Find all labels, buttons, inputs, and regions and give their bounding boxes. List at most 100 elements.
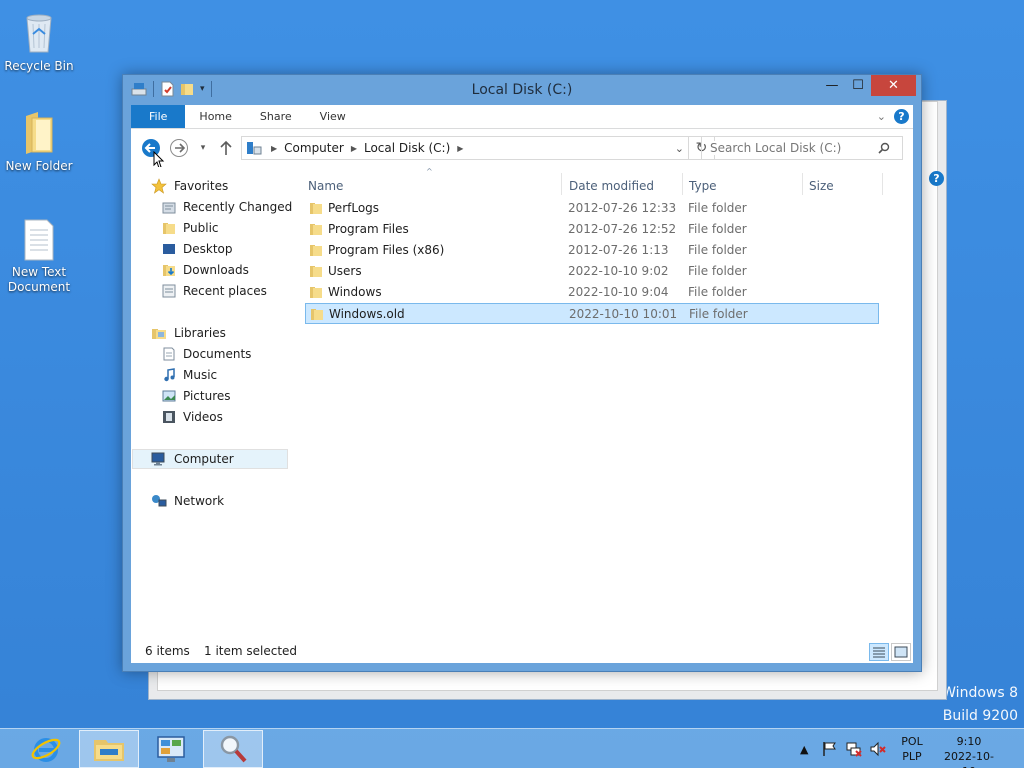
column-header-type[interactable]: Type: [689, 179, 717, 193]
file-type: File folder: [689, 307, 748, 321]
nav-videos[interactable]: Videos: [162, 407, 223, 427]
content-area: Favorites Recently Changed Public Deskto…: [131, 167, 913, 640]
folder-icon: [163, 223, 175, 234]
action-center-flag-icon[interactable]: [822, 741, 838, 757]
desktop-icon: [163, 244, 175, 254]
column-header-name[interactable]: Name: [308, 179, 343, 193]
file-date-modified: 2022-10-10 9:02: [568, 264, 669, 278]
nav-network[interactable]: Network: [151, 491, 224, 511]
folder-icon: [26, 112, 53, 154]
file-row[interactable]: PerfLogs 2012-07-26 12:33 File folder: [305, 198, 879, 219]
navigation-pane: Favorites Recently Changed Public Deskto…: [131, 167, 295, 640]
magnifier-tool-icon: [220, 735, 247, 763]
volume-muted-icon[interactable]: [870, 741, 886, 757]
star-icon: [151, 178, 167, 194]
item-count: 6 items: [145, 644, 190, 658]
input-language-indicator[interactable]: POL PLP: [899, 734, 925, 764]
selection-count: 1 item selected: [204, 644, 298, 658]
windows-build-watermark: Build 9200: [942, 708, 1018, 724]
help-button[interactable]: ?: [894, 109, 909, 124]
folder-icon: [310, 287, 322, 298]
taskbar-control-panel[interactable]: [141, 730, 201, 768]
large-icons-view-button[interactable]: [891, 643, 911, 661]
breadcrumb-separator-icon: ▶: [457, 143, 464, 153]
details-view-button[interactable]: [869, 643, 889, 661]
file-date-modified: 2022-10-10 10:01: [569, 307, 678, 321]
nav-public[interactable]: Public: [162, 218, 219, 238]
breadcrumb-computer[interactable]: Computer: [280, 141, 348, 155]
file-row[interactable]: Windows 2022-10-10 9:04 File folder: [305, 282, 879, 303]
nav-desktop[interactable]: Desktop: [162, 239, 233, 259]
title-bar[interactable]: ▾ Local Disk (C:) — ☐ ✕: [123, 75, 921, 105]
recent-places-icon: [162, 284, 176, 298]
nav-music[interactable]: Music: [162, 365, 217, 385]
file-name: Program Files: [328, 222, 409, 236]
file-type: File folder: [688, 243, 747, 257]
control-panel-icon: [157, 736, 185, 762]
large-icons-view-icon: [894, 646, 908, 658]
breadcrumb-local-disk[interactable]: Local Disk (C:): [360, 141, 454, 155]
recent-locations-chevron-icon[interactable]: ▾: [193, 138, 213, 158]
close-button[interactable]: ✕: [871, 75, 916, 96]
expand-ribbon-chevron-icon[interactable]: ⌄: [877, 110, 886, 123]
network-disconnected-icon[interactable]: [846, 741, 862, 757]
file-row[interactable]: Program Files 2012-07-26 12:52 File folder: [305, 219, 879, 240]
forward-button[interactable]: [169, 138, 189, 158]
tab-share[interactable]: Share: [246, 105, 306, 128]
desktop-icon-new-folder[interactable]: New Folder: [1, 110, 77, 174]
file-type: File folder: [688, 285, 747, 299]
file-type: File folder: [688, 264, 747, 278]
file-type: File folder: [688, 201, 747, 215]
help-icon: ?: [929, 171, 944, 186]
folder-icon: [310, 266, 322, 277]
tray-overflow-chevron-icon[interactable]: ▲: [800, 729, 808, 768]
desktop-icon-label: Recycle Bin: [4, 59, 74, 73]
nav-computer[interactable]: Computer: [132, 449, 288, 469]
file-row[interactable]: Users 2022-10-10 9:02 File folder: [305, 261, 879, 282]
desktop-icon-recycle-bin[interactable]: Recycle Bin: [1, 8, 77, 74]
nav-libraries[interactable]: Libraries: [151, 323, 226, 343]
nav-recent-places[interactable]: Recent places: [162, 281, 267, 301]
nav-favorites[interactable]: Favorites: [151, 176, 228, 196]
address-history-chevron-icon[interactable]: ⌄: [675, 142, 684, 155]
tab-home[interactable]: Home: [185, 105, 245, 128]
taskbar-internet-explorer[interactable]: [16, 730, 76, 768]
nav-recently-changed[interactable]: Recently Changed: [162, 197, 292, 217]
file-name: Program Files (x86): [328, 243, 445, 257]
windows-edition-watermark: Windows 8: [942, 685, 1018, 701]
tab-view[interactable]: View: [306, 105, 360, 128]
file-date-modified: 2012-07-26 12:33: [568, 201, 677, 215]
folder-icon: [310, 245, 322, 256]
column-header-size[interactable]: Size: [809, 179, 834, 193]
column-header-date-modified[interactable]: Date modified: [569, 179, 654, 193]
maximize-button[interactable]: ☐: [845, 75, 871, 96]
status-bar: 6 items 1 item selected: [131, 640, 913, 663]
tab-file[interactable]: File: [131, 105, 186, 128]
music-note-icon: [164, 368, 175, 382]
minimize-button[interactable]: —: [819, 75, 845, 96]
recycle-bin-icon: [26, 14, 52, 53]
address-bar[interactable]: ▶ Computer ▶ Local Disk (C:) ▶ ⌄: [241, 136, 689, 160]
file-explorer-icon: [94, 740, 124, 761]
desktop-icon-new-text-document[interactable]: New Text Document: [1, 218, 77, 295]
internet-explorer-icon: [31, 738, 61, 762]
nav-downloads[interactable]: Downloads: [162, 260, 249, 280]
breadcrumb-separator-icon: ▶: [350, 143, 357, 153]
file-date-modified: 2012-07-26 12:52: [568, 222, 677, 236]
search-box[interactable]: [701, 136, 903, 160]
system-clock[interactable]: 9:10 2022-10-10: [938, 734, 1000, 768]
file-name: Users: [328, 264, 362, 278]
nav-pictures[interactable]: Pictures: [162, 386, 231, 406]
computer-location-icon: [247, 142, 262, 155]
taskbar-file-explorer[interactable]: [79, 730, 139, 768]
forward-arrow-icon: [170, 139, 188, 157]
taskbar-paint[interactable]: [203, 730, 263, 768]
file-type: File folder: [688, 222, 747, 236]
recently-changed-icon: [162, 202, 176, 214]
file-row[interactable]: Windows.old 2022-10-10 10:01 File folder: [305, 303, 879, 324]
file-row[interactable]: Program Files (x86) 2012-07-26 1:13 File f…: [305, 240, 879, 261]
nav-documents[interactable]: Documents: [162, 344, 251, 364]
up-button[interactable]: [216, 138, 236, 158]
search-input[interactable]: [710, 141, 878, 155]
folder-icon: [311, 309, 323, 320]
